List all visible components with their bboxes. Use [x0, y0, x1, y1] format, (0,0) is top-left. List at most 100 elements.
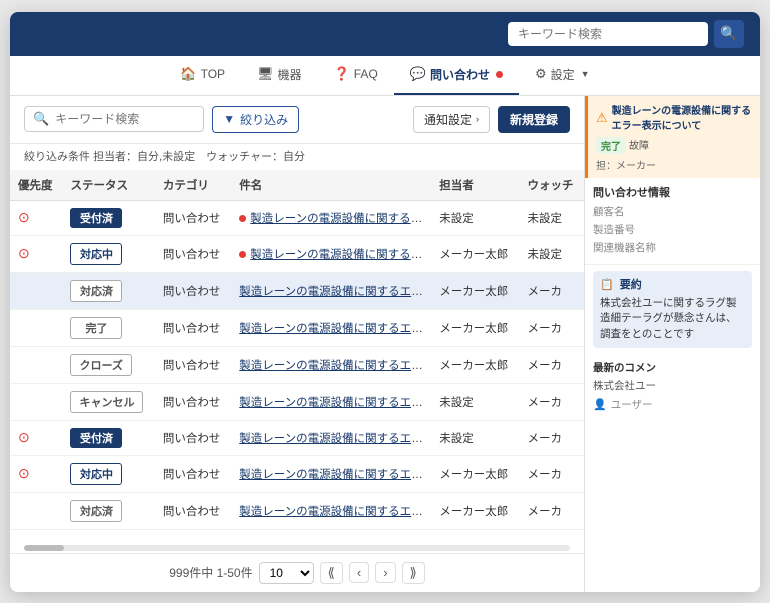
col-assignee: 担当者	[431, 170, 519, 201]
priority-cell: ⊙	[10, 235, 62, 272]
status-cell: 完了	[62, 309, 154, 346]
table-row[interactable]: ⊙受付済問い合わせ製造レーンの電源設備に関するエラー表示について未設定未設定	[10, 200, 584, 235]
page-next-button[interactable]: ›	[375, 562, 395, 583]
status-badge: 完了	[70, 317, 122, 339]
home-icon: 🏠	[180, 66, 196, 82]
search-icon: 🔍	[720, 25, 737, 42]
inquiry-name-link[interactable]: 製造レーンの電源設備に関するエラー表示について	[250, 213, 431, 225]
red-dot	[239, 215, 246, 222]
nav-machine[interactable]: 🖥 機器	[241, 55, 318, 95]
watcher-cell: メーカ	[520, 346, 584, 383]
priority-cell	[10, 383, 62, 420]
filter-label: 絞り込み	[240, 111, 288, 128]
comment-text: 株式会社ユー	[593, 379, 752, 394]
inquiry-name-link[interactable]: 製造レーンの電源設備に関するエラー表示について	[239, 397, 431, 409]
table-row[interactable]: 完了問い合わせ製造レーンの電源設備に関するエラー表示についてメーカー太郎メーカ	[10, 309, 584, 346]
nav-faq-label: FAQ	[354, 67, 378, 81]
nav-inquiry-label: 問い合わせ	[430, 66, 490, 83]
alert-title: 製造レーンの電源設備に関するエラー表示について	[612, 102, 752, 132]
nav-settings[interactable]: ⚙ 設定 ▼	[519, 55, 606, 95]
col-watcher: ウォッチ	[520, 170, 584, 201]
status-cell: クローズ	[62, 346, 154, 383]
inquiry-name-link[interactable]: 製造レーンの電源設備に関するエラー表示について	[239, 469, 431, 481]
info-product: 製造番号	[593, 222, 752, 237]
priority-icon: ⊙	[18, 245, 30, 261]
pill-fault: 故障	[629, 137, 649, 154]
top-nav: 🔍	[10, 12, 760, 56]
assignee-cell: メーカー太郎	[431, 346, 519, 383]
status-badge: 対応済	[70, 280, 122, 302]
table-row[interactable]: ⊙対応中問い合わせ製造レーンの電源設備に関するエラー表示についてメーカー太郎メー…	[10, 455, 584, 492]
toolbar-search-icon: 🔍	[33, 111, 49, 127]
toolbar-search-input[interactable]	[55, 112, 195, 126]
filter-tags-label: 絞り込み条件	[24, 151, 90, 163]
top-search-button[interactable]: 🔍	[714, 20, 744, 48]
new-register-button[interactable]: 新規登録	[498, 106, 570, 133]
nav-settings-label: 設定	[551, 66, 575, 83]
top-search-input[interactable]	[508, 22, 708, 46]
search-bar-container: 🔍	[508, 20, 744, 48]
name-cell: 製造レーンの電源設備に関するエラー表示について	[231, 235, 431, 272]
table-row[interactable]: ⊙受付済問い合わせ製造レーンの電源設備に関するエラー表示について未設定メーカ	[10, 420, 584, 455]
product-label: 製造番号	[593, 222, 645, 237]
page-last-button[interactable]: ⟫	[402, 562, 425, 584]
info-machine: 関連機器名称	[593, 240, 752, 255]
priority-cell	[10, 272, 62, 309]
page-prev-button[interactable]: ‹	[349, 562, 369, 583]
pill-complete: 完了	[596, 137, 626, 154]
status-badge: 対応中	[70, 243, 122, 265]
alert-warning-icon: ⚠	[596, 110, 608, 126]
status-cell: キャンセル	[62, 383, 154, 420]
per-page-select[interactable]: 10 25 50 100	[259, 562, 314, 584]
inquiry-name-link[interactable]: 製造レーンの電源設備に関するエラー表示について	[239, 323, 431, 335]
notify-label: 通知設定	[424, 111, 472, 128]
table-wrapper[interactable]: 優先度 ステータス カテゴリ 件名 担当者 ウォッチ ⊙受付済問い合わせ製造レー…	[10, 170, 584, 543]
inquiry-name-link[interactable]: 製造レーンの電源設備に関するエラー表示について	[239, 506, 431, 518]
nav-inquiry[interactable]: 💬 問い合わせ	[394, 55, 519, 95]
category-cell: 問い合わせ	[155, 200, 231, 235]
assignee-cell: メーカー太郎	[431, 272, 519, 309]
nav-top[interactable]: 🏠 TOP	[164, 55, 241, 95]
filter-button[interactable]: ▼ 絞り込み	[212, 106, 299, 133]
nav-faq[interactable]: ❓ FAQ	[318, 55, 394, 95]
assignee-cell: メーカー太郎	[431, 455, 519, 492]
user-row: 👤 ユーザー	[593, 397, 752, 412]
toolbar: 🔍 ▼ 絞り込み 通知設定 › 新規登録	[10, 96, 584, 144]
filter-tags-conditions: 担当者：自分,未設定 ウォッチャー：自分	[93, 151, 305, 163]
category-cell: 問い合わせ	[155, 272, 231, 309]
status-badge: クローズ	[70, 354, 131, 376]
scrollbar[interactable]	[24, 545, 570, 551]
table-header-row: 優先度 ステータス カテゴリ 件名 担当者 ウォッチ	[10, 170, 584, 201]
watcher-cell: 未設定	[520, 235, 584, 272]
inquiry-name-link[interactable]: 製造レーンの電源設備に関するエラー表示について	[239, 286, 431, 298]
status-badge: 受付済	[70, 208, 122, 228]
table-row[interactable]: クローズ問い合わせ製造レーンの電源設備に関するエラー表示についてメーカー太郎メー…	[10, 346, 584, 383]
scrollbar-thumb	[24, 545, 64, 551]
table-row[interactable]: 対応済問い合わせ製造レーンの電源設備に関するエラー表示についてメーカー太郎メーカ	[10, 272, 584, 309]
watcher-cell: メーカ	[520, 383, 584, 420]
inquiry-name-link[interactable]: 製造レーンの電源設備に関するエラー表示について	[239, 360, 431, 372]
notify-button[interactable]: 通知設定 ›	[413, 106, 490, 133]
new-register-label: 新規登録	[510, 111, 558, 128]
watcher-cell: メーカ	[520, 420, 584, 455]
col-status: ステータス	[62, 170, 154, 201]
right-panel: ⚠ 製造レーンの電源設備に関するエラー表示について 完了 故障 担：メーカー 問…	[585, 96, 760, 592]
page-first-button[interactable]: ⟪	[320, 562, 343, 584]
summary-text: 株式会社ユーに関するラグ製造細テーラグが懸念さんは、調査をとのことです	[600, 296, 745, 343]
priority-cell	[10, 492, 62, 529]
category-cell: 問い合わせ	[155, 492, 231, 529]
inquiry-name-link[interactable]: 製造レーンの電源設備に関するエラー表示について	[239, 433, 431, 445]
name-cell: 製造レーンの電源設備に関するエラー表示について	[231, 346, 431, 383]
priority-cell	[10, 346, 62, 383]
client-label: 顧客名	[593, 204, 645, 219]
name-cell: 製造レーンの電源設備に関するエラー表示について	[231, 309, 431, 346]
inquiry-table: 優先度 ステータス カテゴリ 件名 担当者 ウォッチ ⊙受付済問い合わせ製造レー…	[10, 170, 584, 530]
table-row[interactable]: ⊙対応中問い合わせ製造レーンの電源設備に関するエラー表示についてメーカー太郎未設…	[10, 235, 584, 272]
table-row[interactable]: 対応済問い合わせ製造レーンの電源設備に関するエラー表示についてメーカー太郎メーカ	[10, 492, 584, 529]
col-category: カテゴリ	[155, 170, 231, 201]
status-badge: 受付済	[70, 428, 122, 448]
inquiry-name-link[interactable]: 製造レーンの電源設備に関するエラー表示について	[250, 249, 431, 261]
status-cell: 対応中	[62, 455, 154, 492]
table-row[interactable]: キャンセル問い合わせ製造レーンの電源設備に関するエラー表示について未設定メーカ	[10, 383, 584, 420]
info-client: 顧客名	[593, 204, 752, 219]
